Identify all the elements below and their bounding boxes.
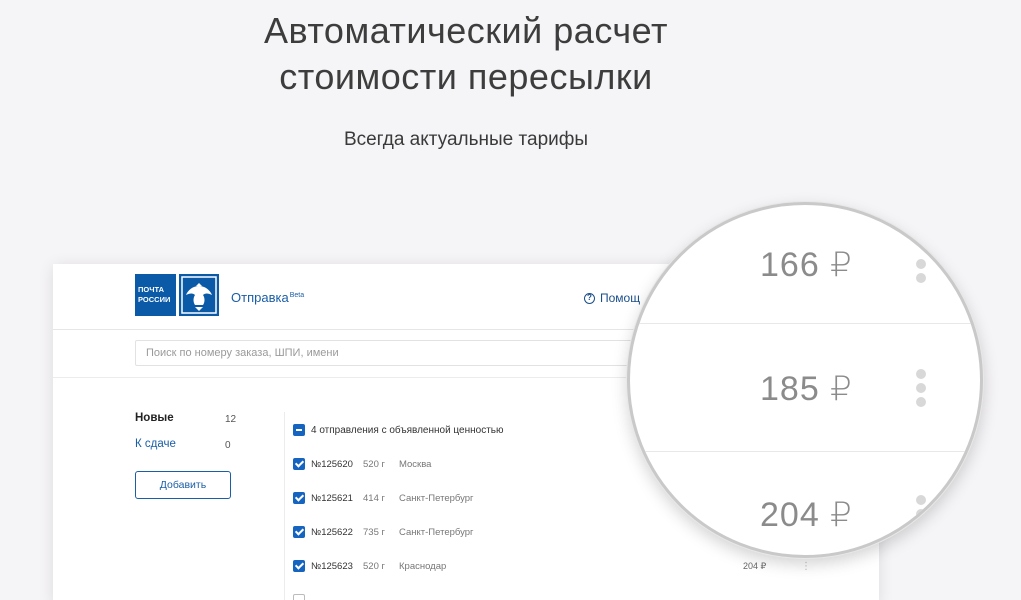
order-weight: 735 г (363, 526, 385, 538)
add-button[interactable]: Добавить (135, 471, 231, 499)
order-city: Санкт-Петербург (399, 492, 474, 504)
sidebar-count-new: 12 (225, 414, 237, 425)
checkbox-unchecked-icon[interactable] (293, 594, 305, 600)
more-vertical-icon[interactable] (916, 495, 926, 523)
beta-badge: Beta (289, 291, 305, 299)
sidebar-item-new[interactable]: Новые (135, 412, 174, 424)
order-weight: 520 г (363, 560, 385, 572)
row-divider (630, 323, 980, 324)
logo-line-2: РОССИИ (138, 295, 171, 304)
group-header[interactable]: 4 отправления с объявленной ценностью (293, 424, 504, 436)
order-row[interactable]: №125621 414 г Санкт-Петербург (293, 490, 474, 506)
app-name-label: Отправка (231, 290, 289, 305)
hero-title-line-2: стоимости пересылки (279, 56, 653, 97)
order-price: 204 ₽ (743, 560, 767, 571)
order-weight: 520 г (363, 458, 385, 470)
order-row[interactable]: №125623 520 г Краснодар 204 ₽ ⋮ (293, 558, 813, 574)
checkbox-checked-icon[interactable] (293, 492, 305, 504)
price-magnifier: 166 ₽ 185 ₽ 204 ₽ (627, 202, 983, 558)
sidebar-item-to-hand-over[interactable]: К сдаче (135, 438, 176, 450)
order-city: Москва (399, 458, 432, 470)
order-weight: 414 г (363, 492, 385, 504)
group-checkbox-icon[interactable] (293, 424, 305, 436)
order-number: №125622 (311, 526, 353, 538)
eagle-emblem-icon (179, 274, 219, 316)
magnified-price: 204 ₽ (760, 496, 853, 534)
checkbox-checked-icon[interactable] (293, 560, 305, 572)
search-input[interactable] (135, 340, 695, 366)
magnified-price: 166 ₽ (760, 246, 853, 284)
group-label: 4 отправления с объявленной ценностью (311, 424, 504, 436)
app-name[interactable]: ОтправкаBeta (231, 290, 304, 305)
help-label: Помощ (600, 291, 641, 305)
magnified-price: 185 ₽ (760, 370, 853, 408)
more-vertical-icon[interactable] (916, 259, 926, 287)
checkbox-checked-icon[interactable] (293, 458, 305, 470)
help-icon: ? (584, 292, 595, 304)
order-row[interactable] (293, 592, 311, 600)
order-row[interactable]: №125620 520 г Москва (293, 456, 431, 472)
hero-title: Автоматический расчет стоимости пересылк… (0, 8, 932, 100)
more-vertical-icon[interactable] (916, 369, 926, 411)
more-vertical-icon[interactable]: ⋮ (801, 561, 811, 572)
order-city: Краснодар (399, 560, 447, 572)
checkbox-checked-icon[interactable] (293, 526, 305, 538)
order-city: Санкт-Петербург (399, 526, 474, 538)
order-number: №125623 (311, 560, 353, 572)
pochta-logo-text[interactable]: ПОЧТА РОССИИ (135, 274, 176, 316)
sidebar-count-to-hand-over: 0 (225, 440, 231, 451)
order-row[interactable]: №125622 735 г Санкт-Петербург (293, 524, 474, 540)
order-number: №125621 (311, 492, 353, 504)
order-number: №125620 (311, 458, 353, 470)
hero-subtitle: Всегда актуальные тарифы (343, 129, 589, 150)
help-link[interactable]: ? Помощ (584, 291, 640, 305)
hero-title-line-1: Автоматический расчет (264, 10, 668, 51)
logo-line-1: ПОЧТА (138, 285, 165, 294)
row-divider (630, 451, 980, 452)
